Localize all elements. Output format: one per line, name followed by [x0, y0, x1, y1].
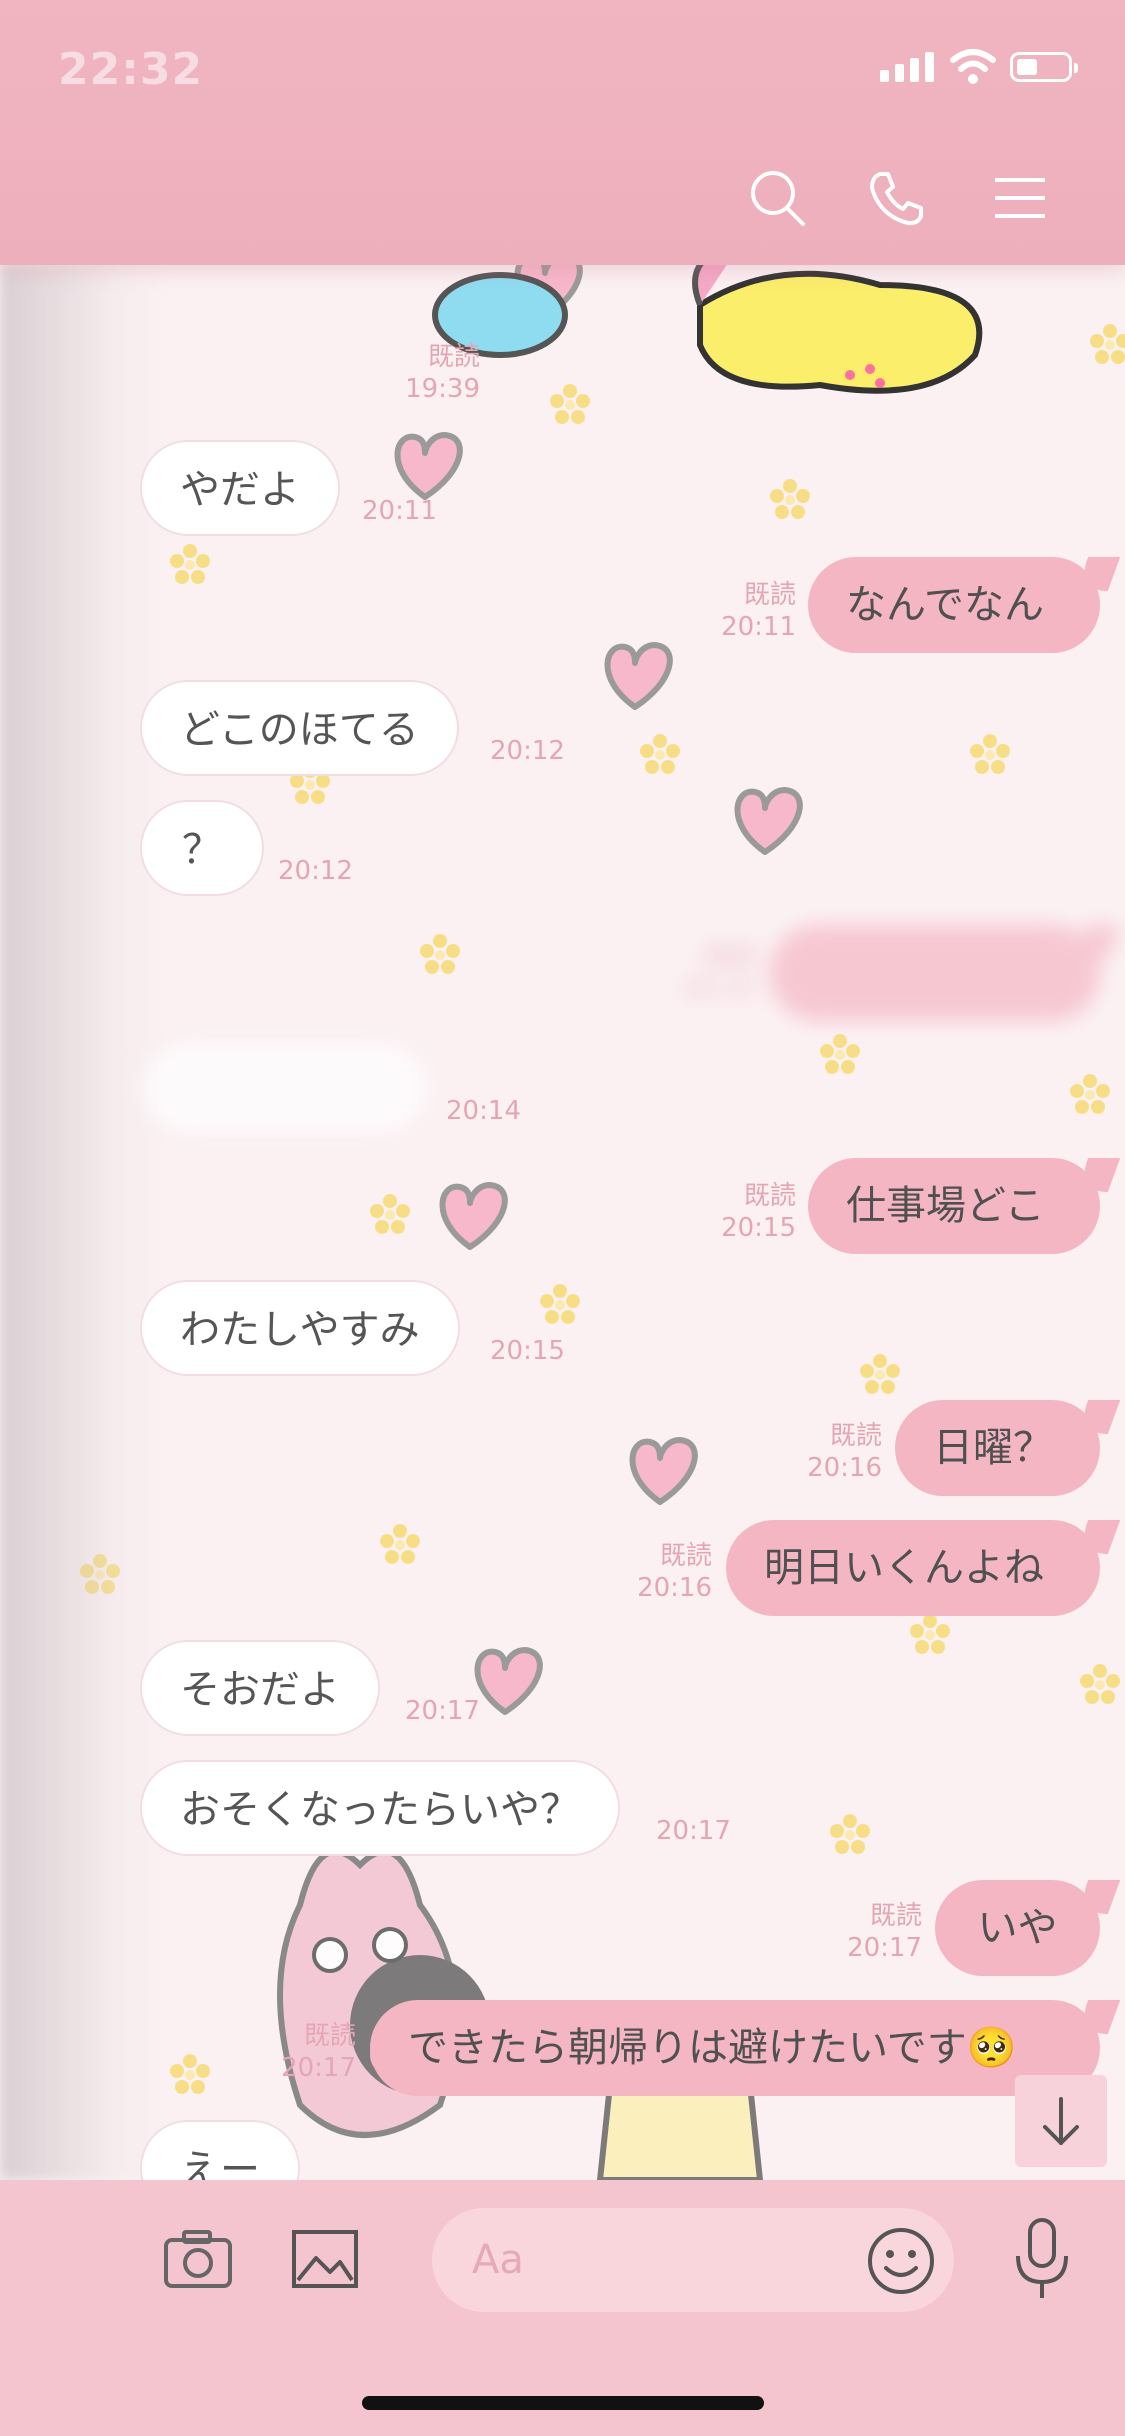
incoming-message-bubble[interactable]: ？	[140, 800, 264, 896]
message-meta: 既読 20:11	[721, 580, 796, 642]
message-meta: 既読 20:15	[721, 1181, 796, 1243]
status-time: 22:32	[58, 44, 204, 95]
search-icon[interactable]	[748, 168, 808, 228]
message-meta: 既読 20:16	[637, 1541, 712, 1603]
camera-icon[interactable]	[162, 2226, 234, 2290]
microphone-icon[interactable]	[1012, 2216, 1072, 2302]
outgoing-message-bubble[interactable]: いや	[935, 1880, 1100, 1976]
message-meta: 既読 20:17	[281, 2021, 356, 2083]
chat-area[interactable]: 既読 19:39 やだよ 20:11 なんでなん 既読 20:11 どこのほてる 2…	[0, 265, 1125, 2180]
message-meta: 既読 19:39	[405, 342, 480, 404]
outgoing-message-bubble[interactable]: 仕事場どこ	[808, 1158, 1100, 1254]
emoji-icon[interactable]	[866, 2226, 936, 2296]
message-time: 20:12	[490, 736, 565, 766]
incoming-message-bubble-blurred[interactable]	[140, 1040, 430, 1136]
message-time: 20:12	[278, 856, 353, 886]
outgoing-message-bubble[interactable]: できたら朝帰りは避けたいです🥺	[370, 2000, 1100, 2096]
incoming-message-bubble[interactable]: えー	[140, 2120, 300, 2180]
sticker-character-top	[432, 265, 983, 394]
incoming-message-bubble[interactable]: どこのほてる	[140, 680, 459, 776]
signal-icon	[880, 52, 934, 82]
wifi-icon	[950, 49, 996, 84]
header-bar: 22:32	[0, 0, 1125, 265]
message-time: 20:15	[490, 1336, 565, 1366]
incoming-message-bubble[interactable]: そおだよ	[140, 1640, 380, 1736]
avatar-column-blurred	[0, 265, 170, 2180]
incoming-message-bubble[interactable]: やだよ	[140, 440, 340, 536]
message-time: 20:11	[362, 496, 437, 526]
incoming-message-bubble[interactable]: おそくなったらいや？	[140, 1760, 620, 1856]
phone-icon[interactable]	[866, 168, 926, 228]
incoming-message-bubble[interactable]: わたしやすみ	[140, 1280, 460, 1376]
message-input-bar	[0, 2180, 1125, 2436]
outgoing-message-bubble[interactable]: 日曜？	[895, 1400, 1100, 1496]
message-meta: 既読 20:12	[681, 942, 756, 1004]
scroll-to-bottom-button[interactable]	[1015, 2075, 1107, 2167]
message-time: 20:17	[405, 1696, 480, 1726]
outgoing-message-bubble[interactable]: なんでなん	[808, 557, 1100, 653]
battery-icon	[1010, 52, 1078, 82]
image-icon[interactable]	[290, 2228, 360, 2290]
message-meta: 既読 20:16	[807, 1421, 882, 1483]
message-time: 20:17	[656, 1816, 731, 1846]
home-indicator	[362, 2396, 764, 2410]
outgoing-message-bubble-blurred[interactable]	[770, 925, 1100, 1021]
message-meta: 既読 20:17	[847, 1901, 922, 1963]
outgoing-message-bubble[interactable]: 明日いくんよね	[726, 1520, 1100, 1616]
menu-icon[interactable]	[990, 168, 1050, 228]
message-time: 20:14	[446, 1096, 521, 1126]
